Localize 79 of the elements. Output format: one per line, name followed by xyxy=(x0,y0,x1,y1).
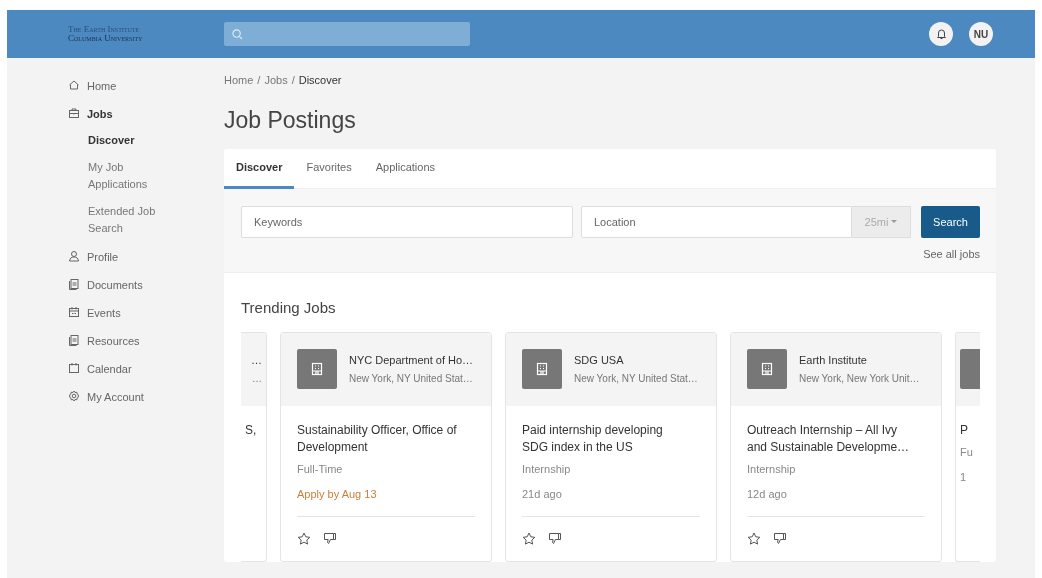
company-location: … xyxy=(251,372,262,387)
keywords-field[interactable]: Keywords xyxy=(241,206,573,238)
favorite-button[interactable] xyxy=(297,531,311,546)
job-card[interactable]: NYC Department of Ho… New York, NY United Stat… Sustainability Officer, Office of Development Full-Time Apply by Aug 13 xyxy=(280,331,492,562)
company-location: New York, NY United Stat… xyxy=(349,372,474,387)
thumbs-down-icon xyxy=(548,531,562,546)
building-icon xyxy=(535,362,549,376)
dislike-button[interactable] xyxy=(773,531,787,546)
job-title: Paid internship developing SDG index in the US xyxy=(522,421,664,456)
sidebar-item[interactable]: Resources xyxy=(68,331,224,351)
notifications-button[interactable] xyxy=(929,22,953,46)
breadcrumb-separator: / xyxy=(257,74,261,86)
job-title: S, xyxy=(245,421,258,439)
building-icon xyxy=(310,362,324,376)
posted-time: 21d ago xyxy=(522,487,563,502)
calendar-icon xyxy=(68,306,80,318)
sidebar-item[interactable]: Documents xyxy=(68,275,224,295)
breadcrumb-link[interactable]: Home xyxy=(224,74,254,86)
job-title: Outreach Internship – All Ivy and Sustainable Developme… xyxy=(747,421,911,456)
company-name: SDG USA xyxy=(574,352,625,368)
star-icon xyxy=(747,531,761,546)
home-icon xyxy=(68,79,80,91)
job-type: Full-Time xyxy=(297,461,344,477)
search-field[interactable] xyxy=(224,22,470,46)
posted-time: 12d ago xyxy=(747,487,788,502)
job-type: Internship xyxy=(747,461,797,477)
document-icon xyxy=(68,334,80,346)
breadcrumb-current: Discover xyxy=(298,74,342,86)
sidebar-item[interactable]: Jobs xyxy=(68,104,224,124)
star-icon xyxy=(297,531,311,546)
document-icon xyxy=(68,278,80,290)
calendar-icon xyxy=(68,362,80,374)
thumbs-down-icon xyxy=(323,531,337,546)
sidebar-item[interactable]: My Account xyxy=(68,387,224,407)
briefcase-icon xyxy=(68,107,80,119)
job-title: P xyxy=(960,421,969,439)
star-icon xyxy=(522,531,536,546)
building-icon xyxy=(760,362,774,376)
caret-icon xyxy=(891,220,898,224)
sidebar-item[interactable]: Home xyxy=(68,76,224,96)
job-card[interactable]: Earth Institute New York, New York Unit… Outreach Internship – All Ivy and Sustainable Developme… Internship 12d ago xyxy=(730,331,942,562)
dislike-button[interactable] xyxy=(548,531,562,546)
favorite-button[interactable] xyxy=(747,531,761,546)
sidebar-item[interactable]: Events xyxy=(68,303,224,323)
section-title: Trending Jobs xyxy=(241,298,337,317)
location-field[interactable]: Location xyxy=(581,206,852,238)
job-type: Fu xyxy=(960,444,974,460)
sidebar-item[interactable]: Calendar xyxy=(68,359,224,379)
deadline-text: Apply by Aug 13 xyxy=(297,487,378,502)
bell-icon xyxy=(935,28,947,40)
job-type: Internship xyxy=(522,461,572,477)
search-icon xyxy=(232,28,243,40)
job-card[interactable]: … … S, xyxy=(241,331,267,562)
page-title: Job Postings xyxy=(224,105,357,135)
job-card[interactable]: SDG USA New York, NY United Stat… Paid internship developing SDG index in the US Internship 21d ago xyxy=(505,331,717,562)
job-title: Sustainability Officer, Office of Development xyxy=(297,421,458,456)
breadcrumb-separator: / xyxy=(291,74,295,86)
job-card[interactable]: P Fu 1 xyxy=(955,331,980,562)
company-location: New York, New York Unit… xyxy=(799,372,920,387)
sidebar-subitem[interactable]: Discover xyxy=(68,132,168,149)
company-name: … xyxy=(250,352,262,368)
settings-icon xyxy=(68,390,80,402)
avatar-button[interactable]: NU xyxy=(969,22,993,46)
dislike-button[interactable] xyxy=(323,531,337,546)
tab[interactable]: Applications xyxy=(363,149,448,189)
company-location: New York, NY United Stat… xyxy=(574,372,698,387)
sidebar-item[interactable]: Profile xyxy=(68,247,224,267)
thumbs-down-icon xyxy=(773,531,787,546)
sidebar-subitem[interactable]: My Job Applications xyxy=(68,159,168,193)
sidebar-subitem[interactable]: Extended Job Search xyxy=(68,203,168,237)
person-icon xyxy=(68,250,80,262)
breadcrumb-link[interactable]: Jobs xyxy=(264,74,288,86)
company-name: Earth Institute xyxy=(799,352,868,368)
posted-time: 1 xyxy=(960,470,968,485)
search-button[interactable]: Search xyxy=(921,206,980,238)
favorite-button[interactable] xyxy=(522,531,536,546)
see-all-jobs-link[interactable]: See all jobs xyxy=(923,248,980,260)
company-name: NYC Department of Ho… xyxy=(349,352,474,368)
tab[interactable]: Favorites xyxy=(294,149,364,189)
